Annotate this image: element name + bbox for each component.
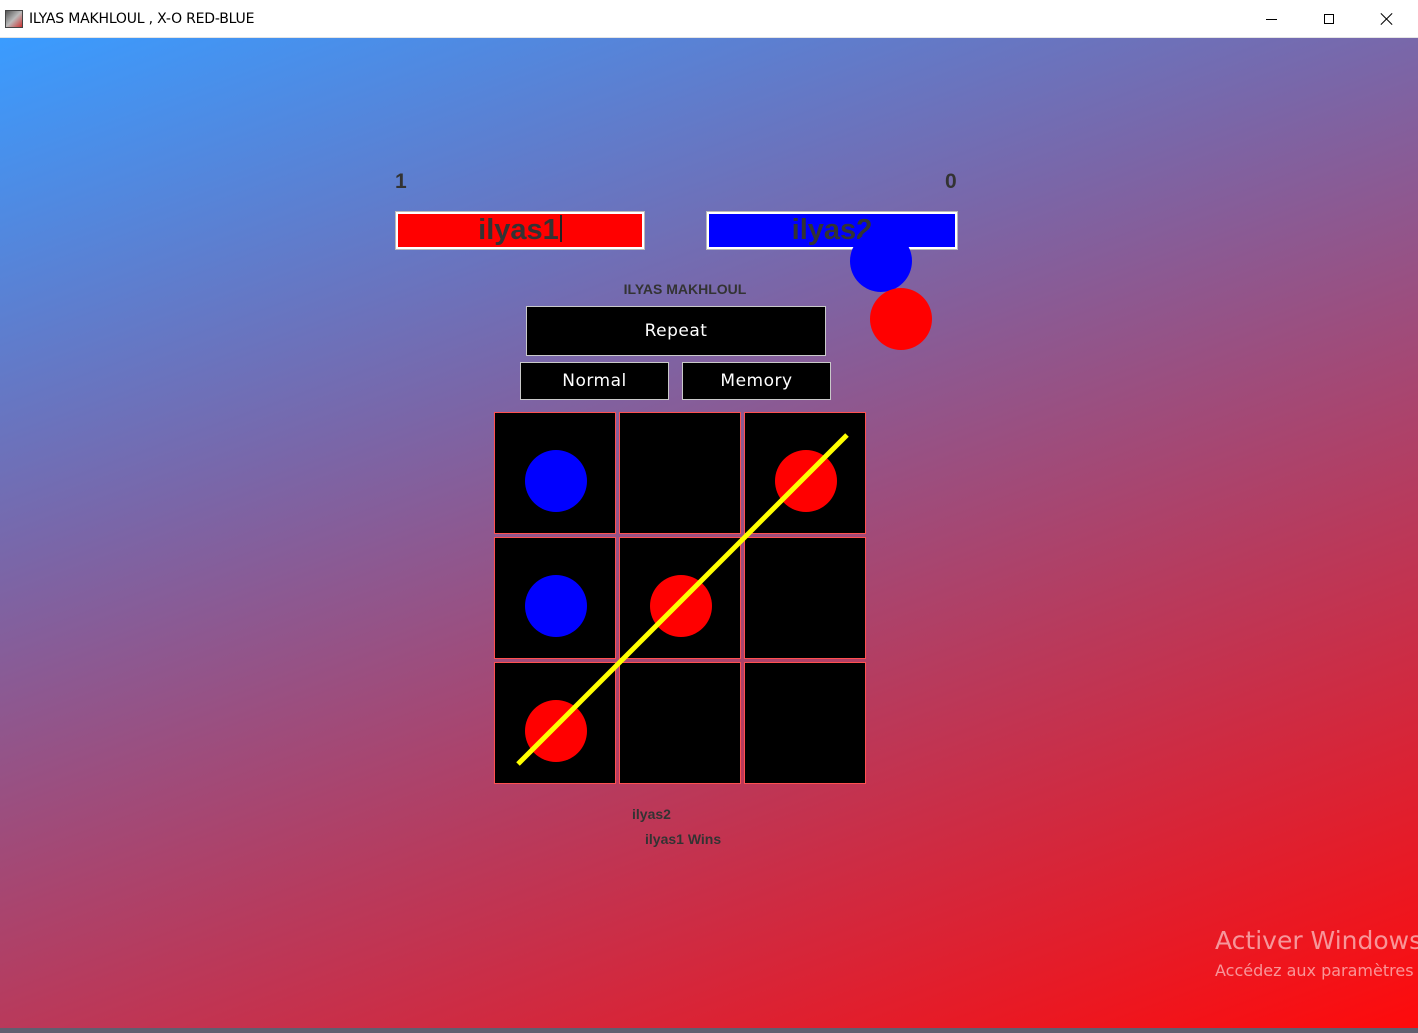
player2-score: 0 (945, 170, 957, 193)
title-bar: ILYAS MAKHLOUL , X-O RED-BLUE (0, 0, 1418, 38)
board-cell-0-2[interactable] (744, 412, 866, 534)
turn-label: ilyas2 (632, 806, 671, 822)
close-icon (1381, 13, 1393, 25)
blue-piece (525, 450, 587, 512)
blue-turn-indicator (850, 230, 912, 292)
board-cell-2-1[interactable] (619, 662, 741, 784)
watermark-title: Activer Windows (1215, 926, 1418, 955)
red-piece (650, 575, 712, 637)
board-cell-1-1[interactable] (619, 537, 741, 659)
bottom-edge (0, 1028, 1418, 1033)
player1-name-text: ilyas1 (478, 214, 559, 246)
board-cell-1-2[interactable] (744, 537, 866, 659)
memory-mode-button[interactable]: Memory (682, 362, 831, 400)
app-icon (5, 10, 23, 28)
author-label: ILYAS MAKHLOUL (623, 281, 747, 297)
red-turn-indicator (870, 288, 932, 350)
player1-name-field[interactable]: ilyas1 (395, 211, 645, 250)
minimize-button[interactable] (1242, 0, 1300, 38)
board-cell-2-0[interactable] (494, 662, 616, 784)
maximize-button[interactable] (1300, 0, 1358, 38)
board-cell-0-0[interactable] (494, 412, 616, 534)
watermark-subtitle: Accédez aux paramètres p (1215, 961, 1418, 980)
text-caret (559, 215, 562, 242)
player2-name-field[interactable]: ilyas2 (706, 211, 958, 250)
maximize-icon (1324, 14, 1334, 24)
board-cell-1-0[interactable] (494, 537, 616, 659)
blue-piece (525, 575, 587, 637)
red-piece (525, 700, 587, 762)
repeat-button[interactable]: Repeat (526, 306, 826, 356)
minimize-icon (1265, 18, 1277, 20)
window-title: ILYAS MAKHLOUL , X-O RED-BLUE (29, 11, 255, 27)
result-label: ilyas1 Wins (645, 831, 722, 847)
player1-score: 1 (395, 170, 407, 193)
board-cell-2-2[interactable] (744, 662, 866, 784)
close-button[interactable] (1358, 0, 1416, 38)
game-panel: 1 0 ilyas1 ilyas2 ILYAS MAKHLOUL Repeat … (0, 38, 1418, 1033)
board-cell-0-1[interactable] (619, 412, 741, 534)
normal-mode-button[interactable]: Normal (520, 362, 669, 400)
red-piece (775, 450, 837, 512)
game-board (494, 412, 870, 788)
